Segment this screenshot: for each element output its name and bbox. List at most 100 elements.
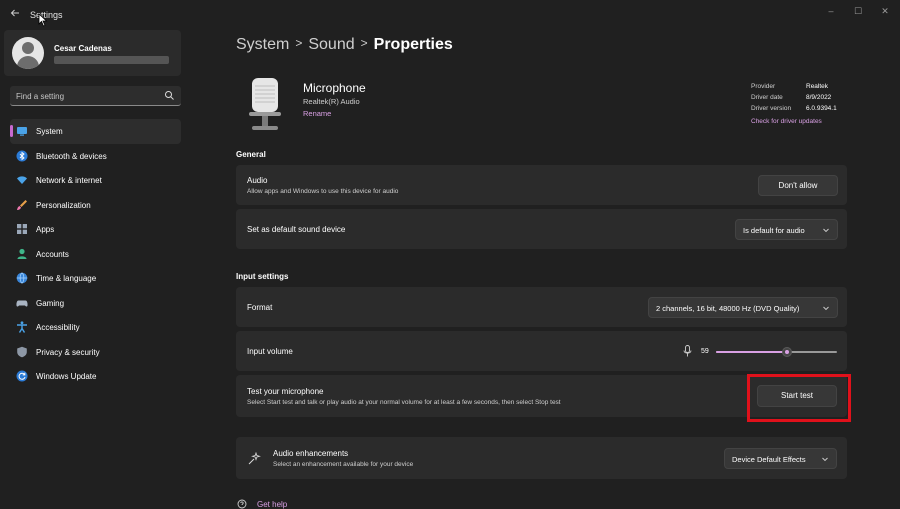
sidebar-nav: System Bluetooth & devices Network & int…: [10, 119, 181, 389]
provider-value: Realtek: [806, 83, 829, 90]
breadcrumb: System > Sound > Properties: [236, 36, 453, 54]
breadcrumb-sound[interactable]: Sound: [308, 36, 354, 53]
microphone-icon: [249, 78, 281, 130]
audio-enhancements-dropdown[interactable]: Device Default Effects: [724, 448, 837, 469]
sparkle-effects-icon: [248, 452, 261, 465]
default-device-card: Set as default sound device Is default f…: [236, 209, 847, 249]
sidebar: Cesar Cadenas System Bluetooth & devices: [0, 30, 190, 509]
apps-icon: [17, 224, 27, 234]
sidebar-item-gaming[interactable]: Gaming: [10, 291, 181, 316]
sidebar-item-apps[interactable]: Apps: [10, 217, 181, 242]
gamepad-icon: [16, 300, 28, 307]
audio-enhancements-card: Audio enhancements Select an enhancement…: [236, 437, 847, 479]
driver-date-label: Driver date: [751, 94, 783, 101]
sidebar-item-label: Time & language: [36, 274, 97, 283]
sidebar-item-label: Privacy & security: [36, 347, 100, 357]
sidebar-item-label: Apps: [36, 225, 55, 234]
audio-title: Audio: [247, 176, 268, 185]
provider-label: Provider: [751, 83, 776, 90]
driver-date-value: 8/9/2022: [806, 94, 832, 101]
rename-link[interactable]: Rename: [303, 109, 331, 118]
search-input[interactable]: [16, 89, 156, 103]
microphone-small-icon: [683, 345, 692, 357]
brush-icon: [17, 199, 27, 210]
input-volume-slider[interactable]: [716, 347, 837, 357]
test-microphone-description: Select Start test and talk or play audio…: [247, 399, 561, 406]
sidebar-item-accounts[interactable]: Accounts: [10, 242, 181, 267]
sidebar-item-personalization[interactable]: Personalization: [10, 193, 181, 218]
back-arrow-icon[interactable]: [8, 8, 22, 22]
audio-enhancements-description: Select an enhancement available for your…: [273, 461, 414, 468]
get-help-link[interactable]: Get help: [257, 500, 287, 509]
check-driver-updates-link[interactable]: Check for driver updates: [751, 118, 822, 125]
sidebar-item-label: System: [36, 127, 63, 136]
sidebar-item-label: Network & internet: [36, 176, 102, 185]
breadcrumb-system[interactable]: System: [236, 36, 289, 53]
sidebar-item-network[interactable]: Network & internet: [10, 168, 181, 193]
audio-enhancements-value: Device Default Effects: [732, 455, 806, 464]
search-box[interactable]: [10, 86, 181, 106]
format-title: Format: [247, 303, 273, 312]
driver-properties: Provider Realtek Driver date 8/9/2022 Driv…: [751, 83, 837, 125]
slider-fill: [716, 351, 787, 353]
help-icon: [237, 499, 247, 509]
sidebar-item-system[interactable]: System: [10, 119, 181, 144]
audio-card: Audio Allow apps and Windows to use this…: [236, 165, 847, 205]
format-value: 2 channels, 16 bit, 48000 Hz (DVD Qualit…: [656, 304, 800, 313]
test-microphone-title: Test your microphone: [247, 387, 324, 396]
device-subtitle: Realtek(R) Audio: [303, 97, 360, 106]
sidebar-item-label: Bluetooth & devices: [36, 151, 107, 161]
driver-version-value: 6.0.9394.1: [806, 105, 837, 112]
sidebar-item-label: Personalization: [36, 200, 91, 210]
slider-thumb[interactable]: [782, 347, 792, 357]
chevron-down-icon: [823, 228, 829, 233]
title-bar: Settings – ☐ ✕: [0, 0, 900, 30]
device-name: Microphone: [303, 81, 366, 95]
chevron-right-icon: >: [360, 36, 368, 50]
driver-version-label: Driver version: [751, 105, 792, 112]
default-device-value: Is default for audio: [743, 226, 805, 235]
dont-allow-button[interactable]: Don't allow: [758, 175, 838, 196]
sidebar-item-label: Accounts: [36, 249, 69, 259]
page-title: Properties: [373, 36, 453, 53]
user-profile[interactable]: Cesar Cadenas: [4, 30, 181, 76]
accounts-icon: [17, 248, 27, 259]
shield-icon: [17, 346, 27, 357]
section-general-title: General: [236, 150, 266, 159]
mouse-cursor-icon: [38, 13, 48, 27]
search-icon[interactable]: [164, 90, 175, 101]
profile-name: Cesar Cadenas: [54, 44, 112, 53]
accessibility-icon: [17, 321, 27, 333]
globe-icon: [16, 272, 28, 284]
sidebar-item-label: Gaming: [36, 298, 65, 308]
red-highlight-box: [747, 374, 851, 422]
maximize-button[interactable]: ☐: [849, 4, 867, 18]
wifi-icon: [17, 176, 27, 184]
section-input-title: Input settings: [236, 272, 289, 281]
sidebar-item-label: Accessibility: [36, 323, 80, 332]
minimize-button[interactable]: –: [822, 4, 840, 18]
profile-email-redacted: [54, 56, 169, 64]
bluetooth-icon: [16, 150, 28, 161]
system-icon: [17, 127, 27, 136]
sidebar-item-accessibility[interactable]: Accessibility: [10, 315, 181, 340]
sidebar-item-windows-update[interactable]: Windows Update: [10, 364, 181, 389]
input-volume-title: Input volume: [247, 347, 293, 356]
format-dropdown[interactable]: 2 channels, 16 bit, 48000 Hz (DVD Qualit…: [648, 297, 838, 318]
default-device-dropdown[interactable]: Is default for audio: [735, 219, 838, 240]
sidebar-item-bluetooth[interactable]: Bluetooth & devices: [10, 144, 181, 169]
chevron-down-icon: [823, 306, 829, 311]
close-button[interactable]: ✕: [876, 4, 894, 18]
input-volume-value: 59: [701, 348, 709, 355]
default-device-title: Set as default sound device: [247, 225, 346, 234]
format-card: Format 2 channels, 16 bit, 48000 Hz (DVD…: [236, 287, 847, 327]
audio-description: Allow apps and Windows to use this devic…: [247, 188, 399, 195]
sidebar-item-privacy[interactable]: Privacy & security: [10, 340, 181, 365]
avatar: [12, 37, 44, 69]
audio-enhancements-title: Audio enhancements: [273, 449, 349, 458]
chevron-down-icon: [822, 457, 828, 462]
sidebar-item-label: Windows Update: [36, 372, 97, 381]
chevron-right-icon: >: [295, 36, 303, 50]
sidebar-item-time-language[interactable]: Time & language: [10, 266, 181, 291]
update-icon: [16, 370, 28, 382]
